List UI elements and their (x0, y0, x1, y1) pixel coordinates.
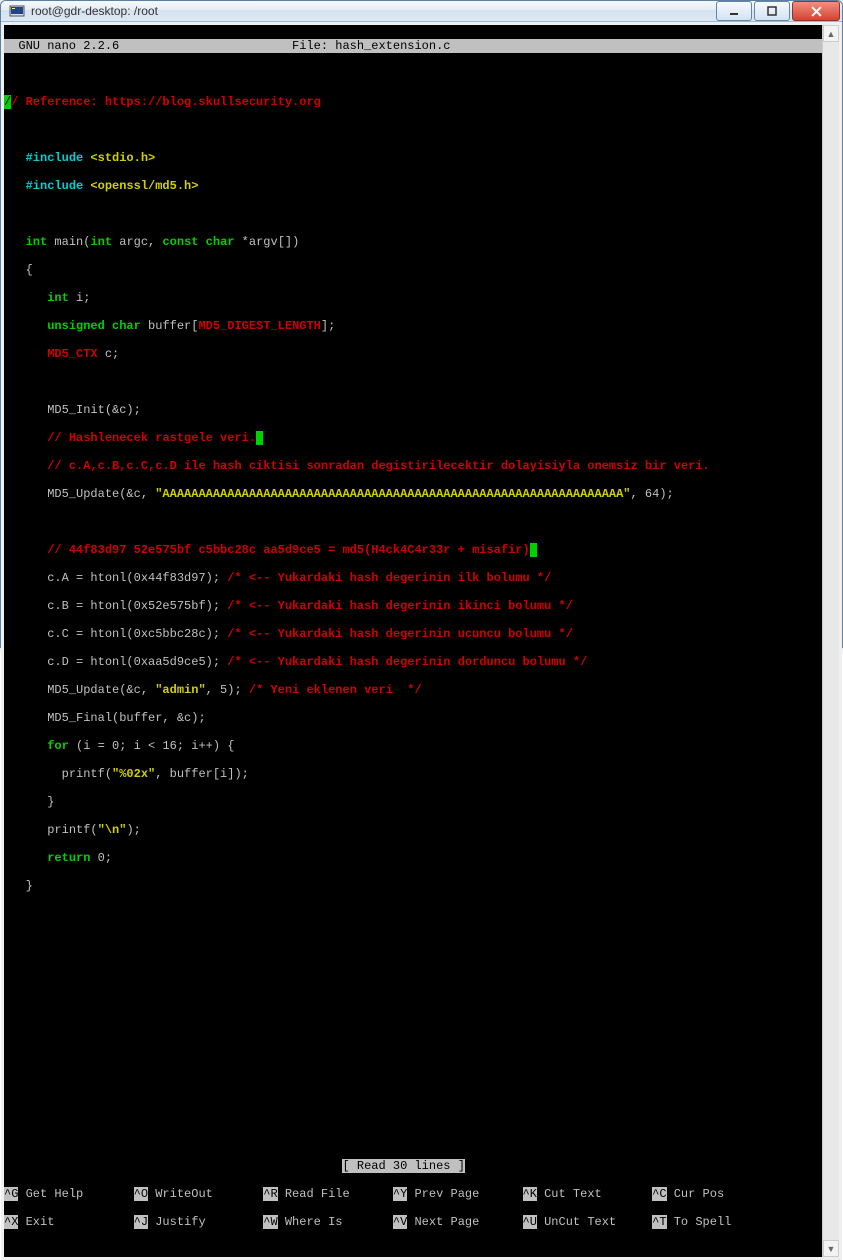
blank (4, 935, 822, 949)
code-line: c.B = htonl(0x52e575bf); /* <-- Yukardak… (4, 599, 822, 613)
scroll-track[interactable] (823, 42, 839, 1240)
code-line: #include <openssl/md5.h> (4, 179, 822, 193)
blank (4, 207, 822, 221)
code-line: printf("\n"); (4, 823, 822, 837)
blank (4, 907, 822, 921)
nano-status-line: [ Read 30 lines ] (4, 1159, 822, 1173)
code-line: c.A = htonl(0x44f83d97); /* <-- Yukardak… (4, 571, 822, 585)
blank (4, 1047, 822, 1061)
code-line: int i; (4, 291, 822, 305)
client-area: GNU nano 2.2.6 File: hash_extension.c //… (1, 22, 842, 1260)
nano-shortcut-row-1: ^G Get Help ^O WriteOut ^R Read File ^Y … (4, 1187, 822, 1201)
code-line: // c.A,c.B,c.C,c.D ile hash ciktisi sonr… (4, 459, 822, 473)
code-line: } (4, 795, 822, 809)
code-line: MD5_Final(buffer, &c); (4, 711, 822, 725)
code-line: for (i = 0; i < 16; i++) { (4, 739, 822, 753)
code-line: c.C = htonl(0xc5bbc28c); /* <-- Yukardak… (4, 627, 822, 641)
nano-shortcut-row-2: ^X Exit ^J Justify ^W Where Is ^V Next P… (4, 1215, 822, 1229)
code-line: MD5_Update(&c, "AAAAAAAAAAAAAAAAAAAAAAAA… (4, 487, 822, 501)
blank (4, 1075, 822, 1089)
close-button[interactable] (792, 1, 840, 21)
code-line: // Reference: https://blog.skullsecurity… (4, 95, 822, 109)
code-line: #include <stdio.h> (4, 151, 822, 165)
maximize-button[interactable] (754, 1, 790, 21)
putty-window: root@gdr-desktop: /root GNU nano 2.2.6 F… (0, 0, 843, 648)
blank (4, 1019, 822, 1033)
code-line: int main(int argc, const char *argv[]) (4, 235, 822, 249)
blank (4, 375, 822, 389)
blank (4, 963, 822, 977)
blank (4, 123, 822, 137)
minimize-button[interactable] (716, 1, 752, 21)
blank (4, 991, 822, 1005)
scroll-down-icon[interactable]: ▼ (823, 1240, 839, 1257)
vertical-scrollbar[interactable]: ▲ ▼ (822, 25, 839, 1257)
nano-header-line: GNU nano 2.2.6 File: hash_extension.c (4, 39, 822, 53)
code-line: { (4, 263, 822, 277)
blank (4, 67, 822, 81)
code-line: MD5_Update(&c, "admin", 5); /* Yeni ekle… (4, 683, 822, 697)
code-line: c.D = htonl(0xaa5d9ce5); /* <-- Yukardak… (4, 655, 822, 669)
code-line: return 0; (4, 851, 822, 865)
window-controls (714, 1, 840, 21)
blank (4, 1131, 822, 1145)
code-line: unsigned char buffer[MD5_DIGEST_LENGTH]; (4, 319, 822, 333)
putty-icon (9, 3, 25, 19)
code-line: MD5_Init(&c); (4, 403, 822, 417)
terminal[interactable]: GNU nano 2.2.6 File: hash_extension.c //… (4, 25, 822, 1257)
code-line: printf("%02x", buffer[i]); (4, 767, 822, 781)
code-line: // Hashlenecek rastgele veri. (4, 431, 822, 445)
scroll-up-icon[interactable]: ▲ (823, 25, 839, 42)
code-line: } (4, 879, 822, 893)
window-title: root@gdr-desktop: /root (31, 4, 714, 18)
code-line: MD5_CTX c; (4, 347, 822, 361)
code-line: // 44f83d97 52e575bf c5bbc28c aa5d9ce5 =… (4, 543, 822, 557)
titlebar[interactable]: root@gdr-desktop: /root (1, 1, 842, 22)
blank (4, 515, 822, 529)
blank (4, 1103, 822, 1117)
